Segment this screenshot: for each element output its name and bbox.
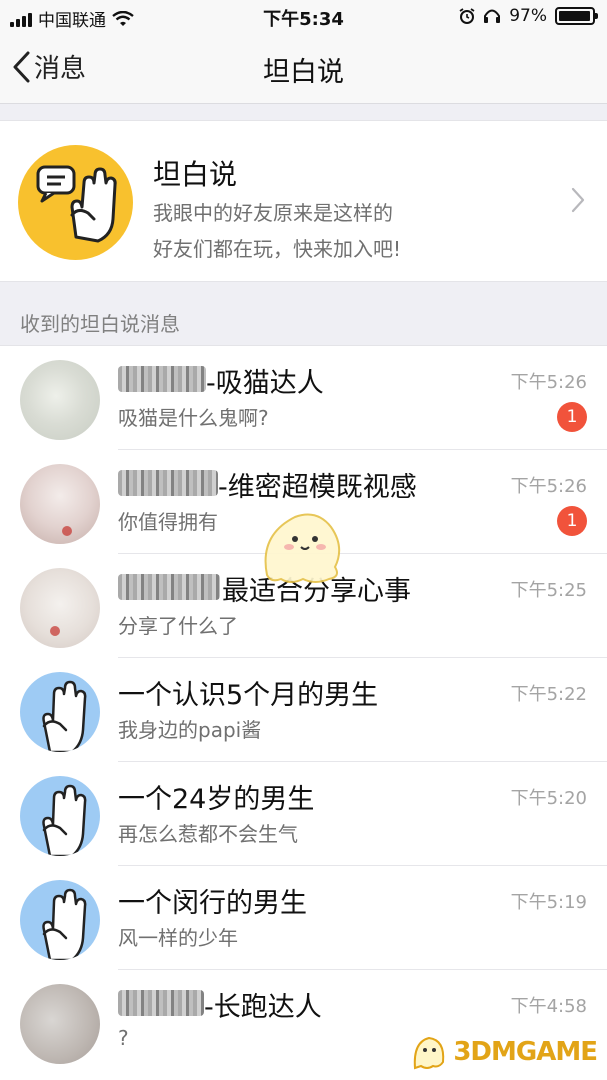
list-item[interactable]: 一个认识5个月的男生 我身边的papi酱 下午5:22 — [0, 658, 607, 762]
battery-fill — [559, 11, 591, 21]
avatar — [20, 984, 100, 1064]
avatar — [20, 776, 100, 856]
wifi-icon — [112, 10, 134, 26]
list-item[interactable]: 最适合分享心事 分享了什么了 下午5:25 — [0, 554, 607, 658]
battery-percent: 97% — [509, 6, 547, 26]
message-time: 下午5:26 — [510, 476, 587, 497]
confession-logo — [18, 145, 133, 260]
message-subtitle: 你值得拥有 — [118, 510, 218, 534]
message-title: 一个认识5个月的男生 — [118, 680, 379, 711]
carrier-label: 中国联通 — [38, 11, 106, 31]
avatar — [20, 568, 100, 648]
watermark: 3DMGAME — [409, 1032, 598, 1072]
message-subtitle: ? — [118, 1026, 129, 1050]
message-subtitle: 我身边的papi酱 — [118, 718, 262, 742]
message-list: -吸猫达人 吸猫是什么鬼啊? 下午5:26 1 -维密超模既视感 你值得拥有 下… — [0, 345, 607, 1080]
message-title: -长跑达人 — [204, 992, 322, 1023]
signal-icon — [10, 11, 32, 27]
chevron-right-icon — [571, 187, 585, 213]
list-item[interactable]: -维密超模既视感 你值得拥有 下午5:26 1 — [0, 450, 607, 554]
raised-hand-icon — [36, 165, 117, 243]
message-time: 下午5:19 — [510, 892, 587, 913]
alarm-icon — [459, 8, 475, 24]
watermark-text: 3DMGAME — [453, 1037, 598, 1067]
raised-hand-icon — [42, 680, 87, 752]
message-time: 下午4:58 — [510, 996, 587, 1017]
message-time: 下午5:26 — [510, 372, 587, 393]
raised-hand-icon — [42, 784, 87, 856]
message-title: 一个24岁的男生 — [118, 784, 315, 815]
promo-title: 坦白说 — [153, 158, 238, 191]
nav-bar: 消息 坦白说 — [0, 34, 607, 104]
redacted-name — [118, 990, 204, 1016]
unread-badge: 1 — [557, 506, 587, 536]
list-item[interactable]: -吸猫达人 吸猫是什么鬼啊? 下午5:26 1 — [0, 346, 607, 450]
list-item[interactable]: 一个24岁的男生 再怎么惹都不会生气 下午5:20 — [0, 762, 607, 866]
message-time: 下午5:25 — [510, 580, 587, 601]
message-title: -吸猫达人 — [206, 368, 324, 399]
message-title: 一个闵行的男生 — [118, 888, 307, 919]
battery-icon — [555, 7, 598, 25]
status-left: 中国联通 — [10, 6, 134, 31]
message-title: -维密超模既视感 — [218, 472, 417, 503]
redacted-name — [118, 366, 206, 392]
list-item[interactable]: 一个闵行的男生 风一样的少年 下午5:19 — [0, 866, 607, 970]
message-time: 下午5:20 — [510, 788, 587, 809]
message-subtitle: 吸猫是什么鬼啊? — [118, 406, 269, 430]
unread-badge: 1 — [557, 402, 587, 432]
redacted-name — [118, 470, 218, 496]
section-header: 收到的坦白说消息 — [20, 312, 180, 336]
message-subtitle: 风一样的少年 — [118, 926, 238, 950]
promo-card[interactable]: 坦白说 我眼中的好友原来是这样的 好友们都在玩，快来加入吧! — [0, 120, 607, 282]
page-title: 坦白说 — [263, 57, 344, 88]
status-bar: 中国联通 下午5:34 97% — [0, 0, 607, 34]
ghost-mascot-icon — [414, 1036, 445, 1070]
avatar — [20, 464, 100, 544]
avatar — [20, 880, 100, 960]
avatar — [20, 360, 100, 440]
promo-description: 我眼中的好友原来是这样的 — [153, 201, 393, 225]
headphones-icon — [484, 9, 501, 23]
message-subtitle: 再怎么惹都不会生气 — [118, 822, 298, 846]
raised-hand-icon — [42, 888, 87, 960]
redacted-name — [118, 574, 220, 600]
status-right: 97% — [459, 6, 598, 26]
promo-call-to-action: 好友们都在玩，快来加入吧! — [153, 237, 402, 261]
message-time: 下午5:22 — [510, 684, 587, 705]
message-subtitle: 分享了什么了 — [118, 614, 238, 638]
message-title: 最适合分享心事 — [222, 576, 411, 607]
avatar — [20, 672, 100, 752]
